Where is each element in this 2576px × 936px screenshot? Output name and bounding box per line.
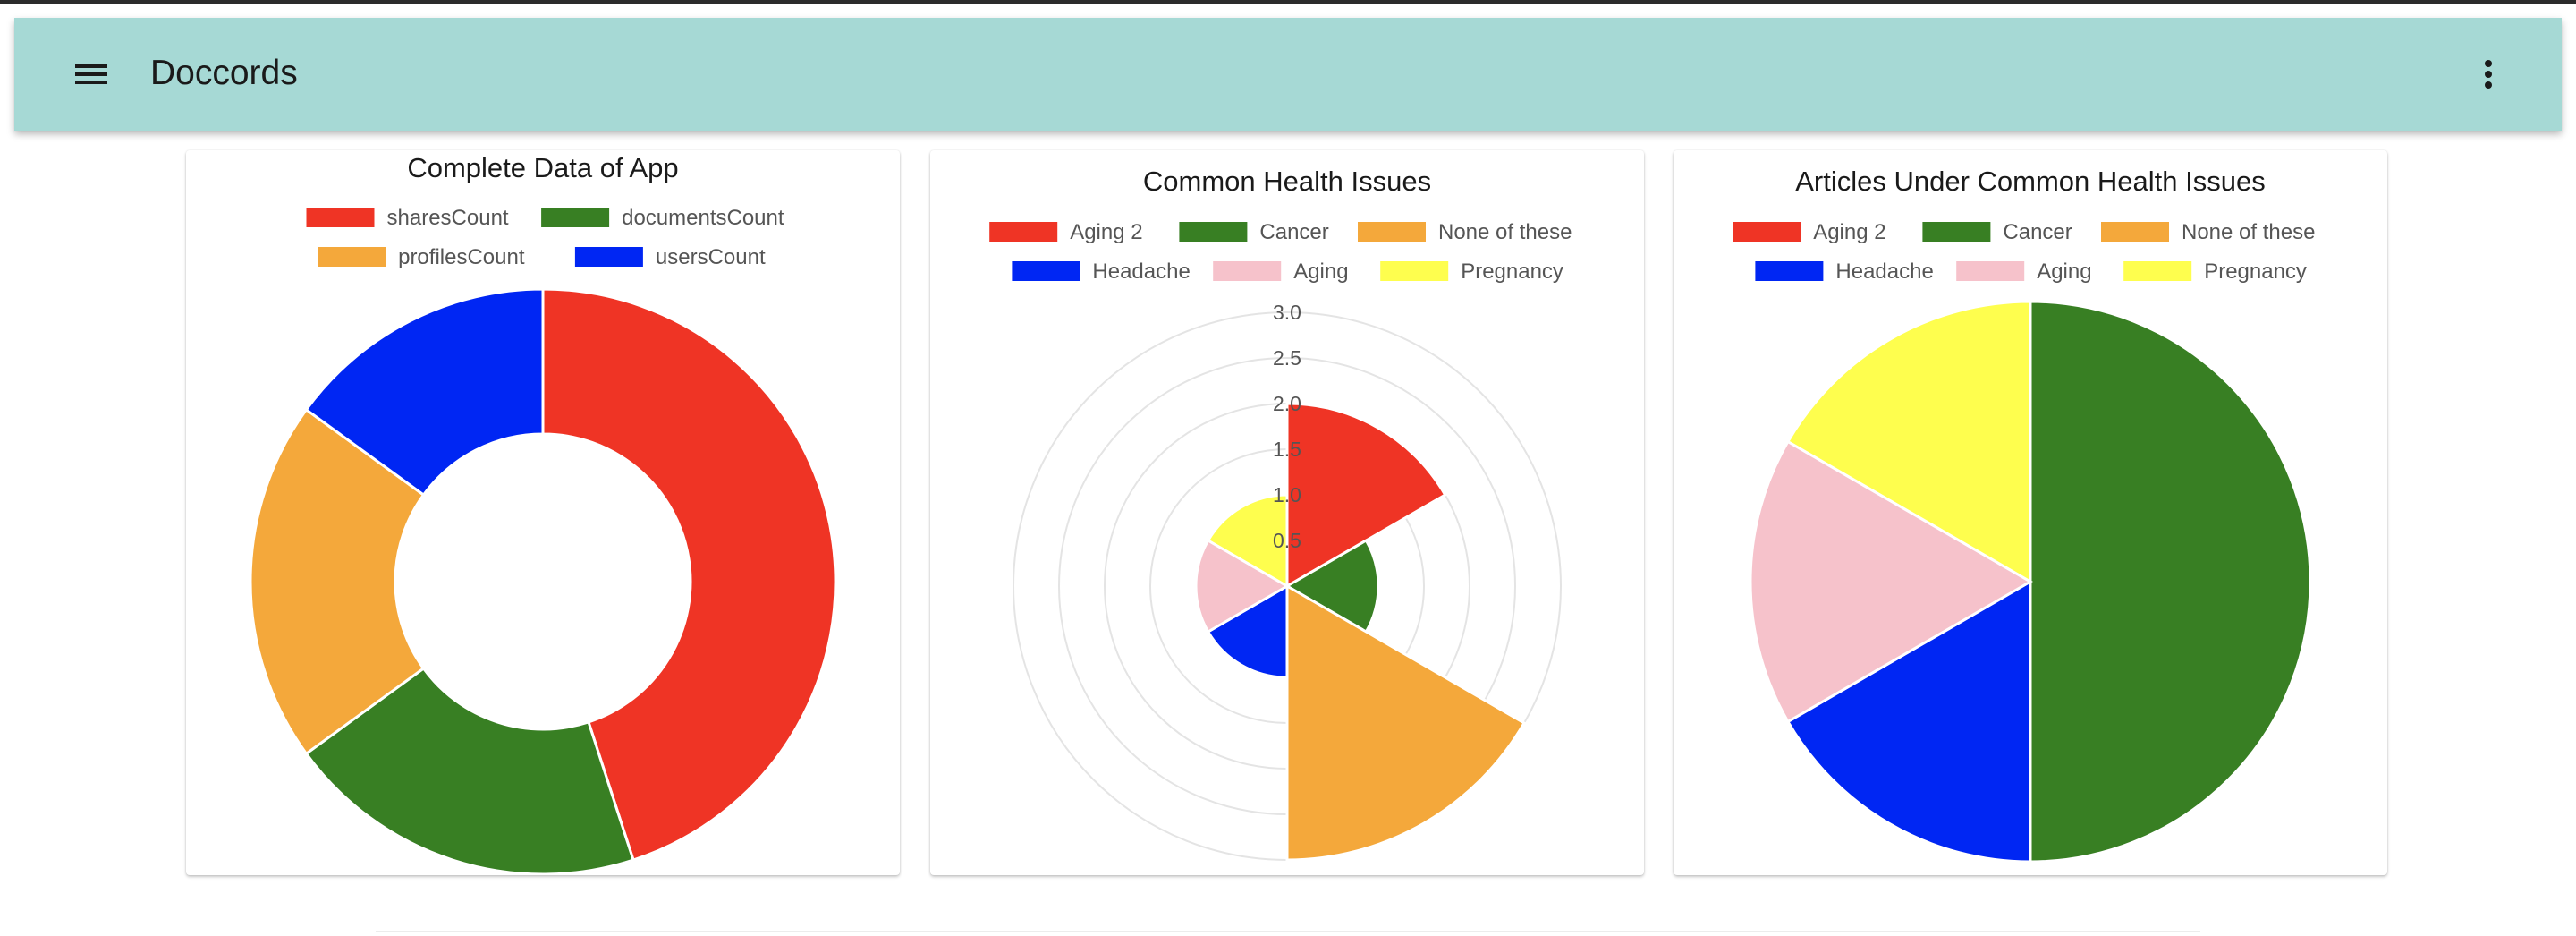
sector-none-of-these[interactable]	[1285, 583, 1527, 862]
legend-swatch	[1012, 261, 1080, 281]
legend-swatch	[2101, 222, 2169, 242]
legend-label: Headache	[1092, 260, 1190, 284]
legend-item-headache[interactable]: Headache	[1755, 260, 1934, 284]
legend-item-pregnancy[interactable]: Pregnancy	[1380, 260, 1563, 284]
legend-label: Aging	[1293, 260, 1348, 284]
legend-item-aging-2[interactable]: Aging 2	[989, 220, 1143, 244]
r-axis-tick: 2.5	[1273, 346, 1301, 370]
legend-swatch	[574, 247, 643, 267]
legend-swatch	[1922, 222, 1991, 242]
slice-cancer[interactable]	[2029, 300, 2312, 864]
legend-label: documentsCount	[622, 206, 784, 230]
r-axis-tick: 0.5	[1273, 529, 1301, 552]
legend-label: profilesCount	[398, 245, 525, 269]
legend-item-pregnancy[interactable]: Pregnancy	[2123, 260, 2307, 284]
legend-swatch	[1733, 222, 1801, 242]
legend-item-headache[interactable]: Headache	[1012, 260, 1191, 284]
doughnut-chart: Complete Data of App sharesCount documents…	[249, 152, 837, 875]
legend-swatch	[1213, 261, 1282, 281]
legend-swatch	[1380, 261, 1449, 281]
app-title: Doccords	[150, 54, 298, 92]
page-divider	[376, 931, 2200, 932]
legend-swatch	[1358, 222, 1426, 242]
legend-label: None of these	[2182, 220, 2315, 244]
legend-label: Cancer	[2003, 220, 2072, 244]
legend-swatch	[1956, 261, 2025, 281]
card-common-health-issues: Common Health Issues Aging 2 Cancer None of…	[930, 150, 1644, 875]
legend-label: Headache	[1835, 260, 1933, 284]
legend-item-sharescount[interactable]: sharesCount	[306, 206, 509, 230]
chart-title: Common Health Issues	[1143, 166, 1431, 197]
more-options-button[interactable]	[2462, 52, 2515, 97]
legend-label: sharesCount	[387, 206, 509, 230]
r-axis-tick: 3.0	[1273, 301, 1301, 324]
legend-label: Aging 2	[1813, 220, 1885, 244]
legend-swatch	[1755, 261, 1824, 281]
legend-item-profilescount[interactable]: profilesCount	[318, 245, 525, 269]
legend-item-cancer[interactable]: Cancer	[1922, 220, 2072, 244]
legend-swatch	[2123, 261, 2192, 281]
legend-label: Aging	[2037, 260, 2091, 284]
legend-swatch	[306, 208, 375, 227]
polar-area-chart: Common Health IssuesAging 2 Cancer None of…	[989, 166, 1572, 862]
legend-swatch	[1179, 222, 1248, 242]
legend-swatch	[989, 222, 1058, 242]
legend-item-none-of-these[interactable]: None of these	[1358, 220, 1572, 244]
legend-item-userscount[interactable]: usersCount	[574, 245, 766, 269]
window-top-edge	[0, 0, 2576, 4]
r-axis-tick: 1.5	[1273, 438, 1301, 461]
legend-label: Pregnancy	[2204, 260, 2307, 284]
legend-label: Pregnancy	[1461, 260, 1563, 284]
legend-item-aging-2[interactable]: Aging 2	[1733, 220, 1886, 244]
legend-item-documentscount[interactable]: documentsCount	[541, 206, 784, 230]
menu-button[interactable]	[59, 52, 123, 97]
card-complete-data: Complete Data of App sharesCount documents…	[186, 150, 900, 875]
r-axis-tick: 1.0	[1273, 483, 1301, 506]
app-bar: Doccords	[14, 18, 2562, 131]
pie-chart: Articles Under Common Health Issues Aging…	[1733, 166, 2315, 864]
menu-icon	[75, 64, 107, 84]
legend-swatch	[318, 247, 386, 267]
card-articles-health-issues: Articles Under Common Health Issues Aging…	[1674, 150, 2387, 875]
legend-label: Aging 2	[1070, 220, 1142, 244]
legend-item-none-of-these[interactable]: None of these	[2101, 220, 2315, 244]
r-axis-tick: 2.0	[1273, 392, 1301, 415]
legend-label: usersCount	[656, 245, 766, 269]
more-vert-icon	[2485, 60, 2492, 89]
legend-swatch	[541, 208, 610, 227]
legend-item-aging[interactable]: Aging	[1213, 260, 1349, 284]
chart-title: Complete Data of App	[407, 152, 678, 183]
chart-title: Articles Under Common Health Issues	[1795, 166, 2265, 197]
legend-label: Cancer	[1259, 220, 1328, 244]
legend-label: None of these	[1438, 220, 1572, 244]
legend-item-aging[interactable]: Aging	[1956, 260, 2092, 284]
legend-item-cancer[interactable]: Cancer	[1179, 220, 1329, 244]
